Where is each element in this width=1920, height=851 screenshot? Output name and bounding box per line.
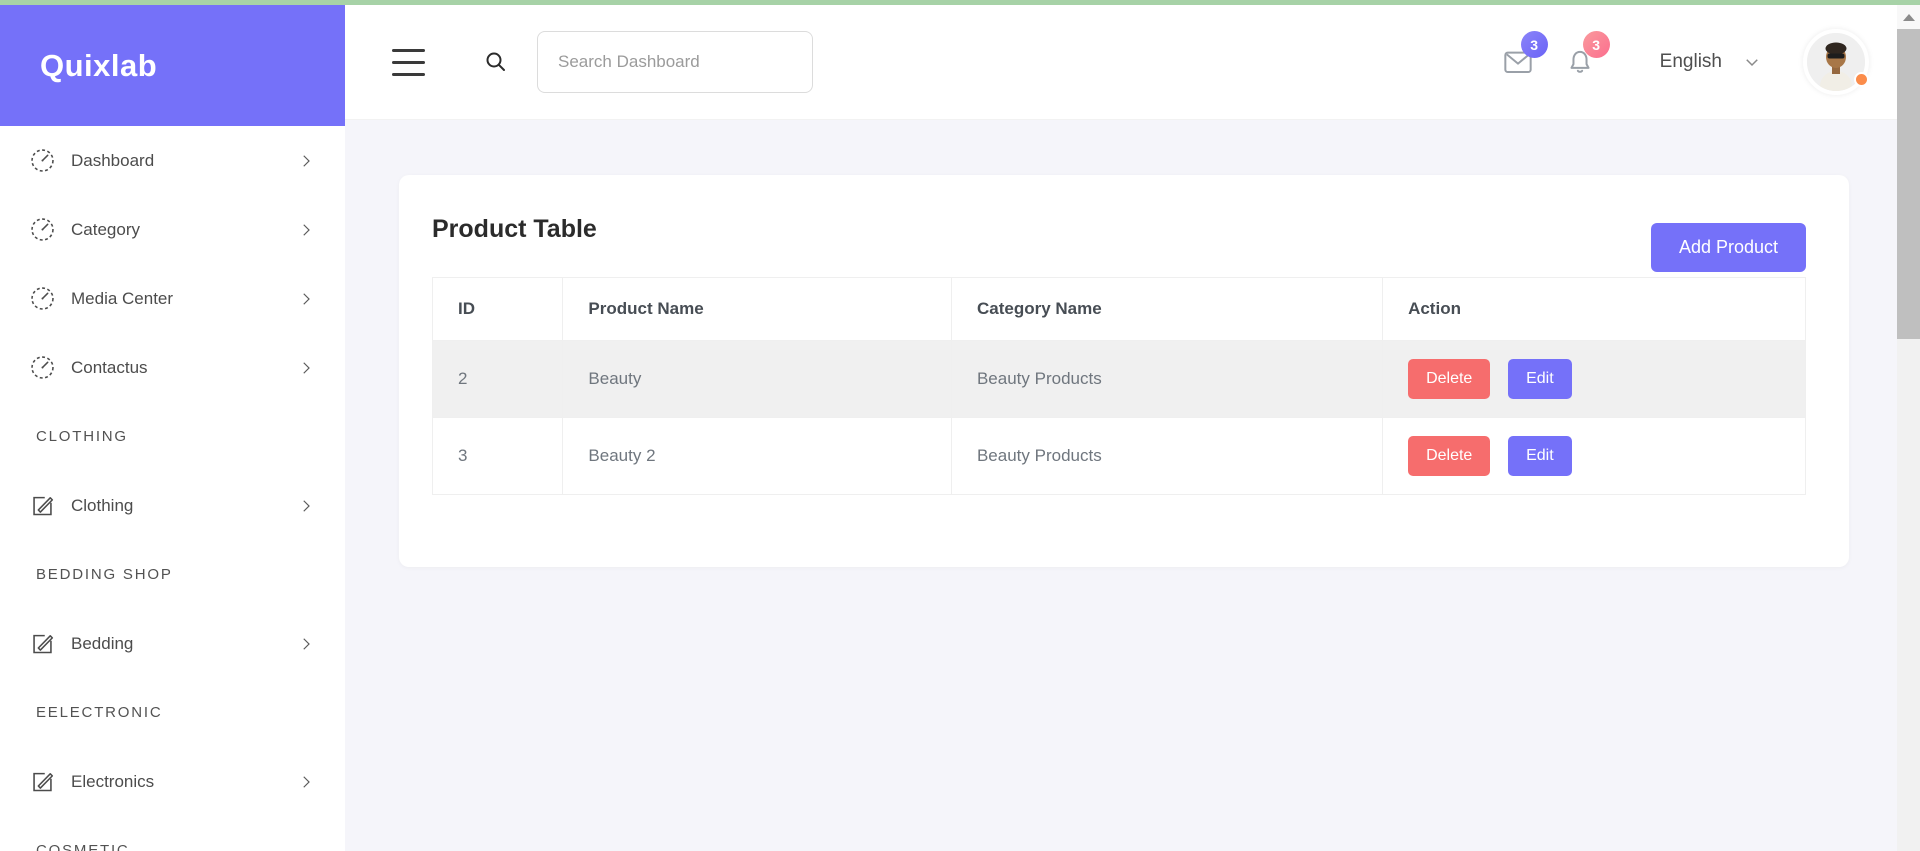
gauge-icon bbox=[29, 354, 56, 381]
main-content: Product Table Add Product ID Product Nam… bbox=[345, 120, 1897, 851]
gauge-icon bbox=[29, 147, 56, 174]
sidebar-item-dashboard[interactable]: Dashboard bbox=[0, 126, 345, 195]
edit-button[interactable]: Edit bbox=[1508, 359, 1572, 399]
edit-icon bbox=[29, 768, 56, 795]
column-header-id: ID bbox=[431, 277, 564, 341]
chevron-right-icon bbox=[297, 221, 315, 239]
sidebar-item-clothing[interactable]: Clothing bbox=[0, 471, 345, 540]
sidebar-section-label: COSMETIC bbox=[36, 842, 130, 851]
sidebar-item-contactus[interactable]: Contactus bbox=[0, 333, 345, 402]
sidebar-section-label: BEDDING SHOP bbox=[36, 566, 173, 583]
delete-button[interactable]: Delete bbox=[1408, 359, 1491, 399]
column-header-category-name: Category Name bbox=[950, 277, 1384, 341]
search-button[interactable] bbox=[484, 50, 508, 74]
table-row: 3 Beauty 2 Beauty Products Delete Edit bbox=[431, 417, 1806, 495]
cell-category-name: Beauty Products bbox=[950, 417, 1384, 495]
notifications-button[interactable]: 3 bbox=[1564, 31, 1610, 78]
topbar: 3 3 English bbox=[345, 5, 1897, 120]
language-dropdown[interactable]: English bbox=[1660, 51, 1761, 73]
column-header-product-name: Product Name bbox=[562, 277, 952, 341]
edit-icon bbox=[29, 492, 56, 519]
chevron-right-icon bbox=[297, 635, 315, 653]
cell-actions: Delete Edit bbox=[1382, 417, 1806, 495]
gauge-icon bbox=[29, 216, 56, 243]
browser-loading-bar bbox=[0, 0, 1920, 5]
page-title: Product Table bbox=[432, 215, 597, 243]
cell-category-name: Beauty Products bbox=[950, 340, 1384, 418]
sidebar: Quixlab Dashboard Category Media Center … bbox=[0, 5, 345, 851]
edit-icon bbox=[29, 630, 56, 657]
scroll-up-arrow-icon bbox=[1902, 13, 1915, 21]
menu-icon bbox=[392, 48, 425, 52]
table-header-row: ID Product Name Category Name Action bbox=[431, 277, 1806, 341]
language-label: English bbox=[1659, 51, 1722, 72]
sidebar-section-eelectronic: EELECTRONIC bbox=[0, 678, 345, 747]
sidebar-section-clothing: CLOTHING bbox=[0, 402, 345, 471]
sidebar-item-category[interactable]: Category bbox=[0, 195, 345, 264]
sidebar-item-label: Dashboard bbox=[71, 150, 155, 170]
topbar-right: 3 3 English bbox=[1502, 29, 1869, 95]
chevron-right-icon bbox=[297, 497, 315, 515]
chevron-down-icon bbox=[1743, 53, 1761, 71]
sidebar-section-cosmetic: COSMETIC bbox=[0, 816, 345, 851]
sidebar-section-label: CLOTHING bbox=[36, 428, 128, 445]
online-status-dot bbox=[1854, 72, 1869, 87]
sidebar-item-label: Contactus bbox=[71, 357, 148, 377]
gauge-icon bbox=[29, 285, 56, 312]
notifications-badge: 3 bbox=[1582, 31, 1610, 58]
search-icon bbox=[486, 52, 505, 71]
sidebar-nav: Dashboard Category Media Center Contactu… bbox=[0, 126, 345, 851]
chevron-right-icon bbox=[297, 359, 315, 377]
brand-logo: Quixlab bbox=[40, 47, 158, 83]
add-product-button[interactable]: Add Product bbox=[1650, 223, 1806, 272]
cell-id: 3 bbox=[431, 417, 564, 495]
column-header-action: Action bbox=[1382, 277, 1806, 341]
menu-icon bbox=[392, 72, 425, 76]
sidebar-item-label: Category bbox=[71, 219, 140, 239]
sidebar-item-label: Bedding bbox=[71, 633, 134, 653]
messages-button[interactable]: 3 bbox=[1502, 31, 1548, 78]
page-scrollbar[interactable] bbox=[1897, 5, 1920, 851]
cell-product-name: Beauty bbox=[562, 340, 952, 418]
sidebar-item-label: Electronics bbox=[71, 771, 155, 791]
table-row: 2 Beauty Beauty Products Delete Edit bbox=[431, 340, 1806, 418]
sidebar-item-media-center[interactable]: Media Center bbox=[0, 264, 345, 333]
sidebar-section-bedding-shop: BEDDING SHOP bbox=[0, 540, 345, 609]
scrollbar-up-button[interactable] bbox=[1897, 5, 1920, 29]
cell-id: 2 bbox=[431, 340, 564, 418]
sidebar-item-electronics[interactable]: Electronics bbox=[0, 747, 345, 816]
menu-icon bbox=[392, 60, 425, 64]
card-header: Product Table Add Product bbox=[399, 175, 1849, 275]
search-input[interactable] bbox=[537, 31, 813, 93]
product-table: ID Product Name Category Name Action 2 B… bbox=[431, 277, 1806, 495]
user-menu-button[interactable] bbox=[1803, 29, 1869, 95]
delete-button[interactable]: Delete bbox=[1408, 436, 1491, 476]
menu-toggle-button[interactable] bbox=[392, 48, 425, 76]
scrollbar-thumb[interactable] bbox=[1897, 29, 1920, 339]
messages-badge: 3 bbox=[1520, 31, 1548, 58]
product-table-card: Product Table Add Product ID Product Nam… bbox=[399, 175, 1849, 567]
chevron-right-icon bbox=[297, 773, 315, 791]
sidebar-section-label: EELECTRONIC bbox=[36, 704, 163, 721]
chevron-right-icon bbox=[297, 152, 315, 170]
brand-header[interactable]: Quixlab bbox=[0, 5, 345, 126]
product-table-wrap: ID Product Name Category Name Action 2 B… bbox=[431, 277, 1806, 495]
edit-button[interactable]: Edit bbox=[1508, 436, 1572, 476]
sidebar-item-bedding[interactable]: Bedding bbox=[0, 609, 345, 678]
cell-product-name: Beauty 2 bbox=[562, 417, 952, 495]
cell-actions: Delete Edit bbox=[1382, 340, 1806, 418]
sidebar-item-label: Clothing bbox=[71, 495, 134, 515]
chevron-right-icon bbox=[297, 290, 315, 308]
sidebar-item-label: Media Center bbox=[71, 288, 174, 308]
